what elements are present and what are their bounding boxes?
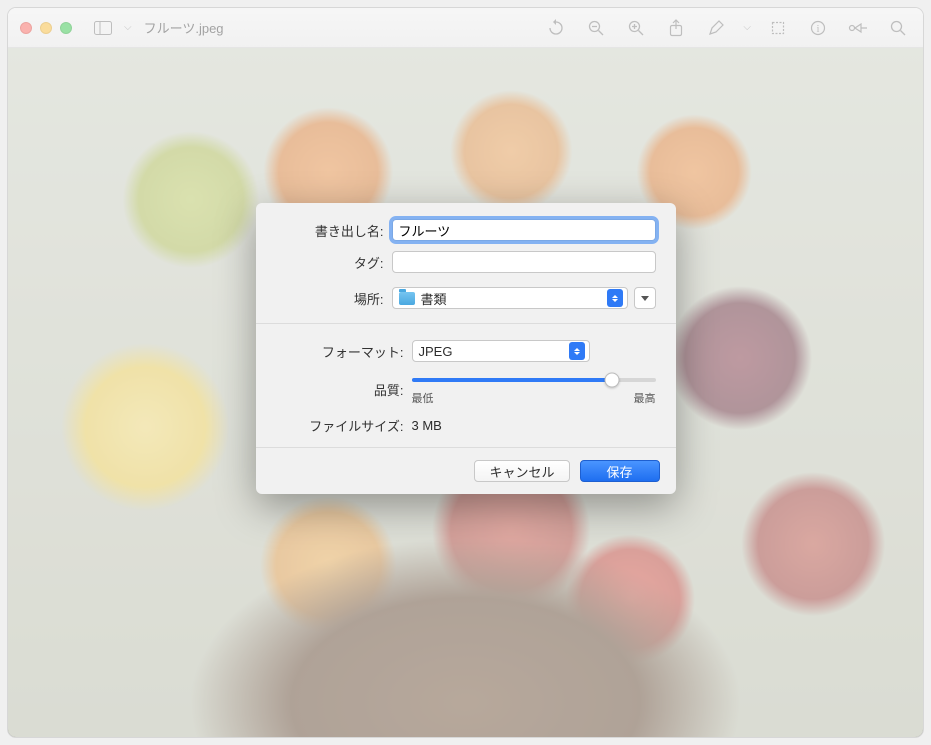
tags-input[interactable] — [392, 251, 656, 273]
export-name-input[interactable] — [392, 219, 656, 241]
location-value: 書類 — [421, 289, 447, 308]
cancel-button[interactable]: キャンセル — [474, 460, 569, 482]
location-label: 場所: — [276, 289, 384, 308]
expand-location-button[interactable] — [634, 287, 656, 309]
filesize-value: 3 MB — [412, 418, 442, 433]
folder-icon — [399, 292, 415, 305]
preview-window: ⌵ フルーツ.jpeg ⌵ i 書き出し名: — [8, 8, 923, 737]
save-button[interactable]: 保存 — [580, 460, 660, 482]
updown-arrows-icon — [607, 289, 623, 307]
quality-min-label: 最低 — [412, 390, 434, 406]
filesize-label: ファイルサイズ: — [276, 416, 404, 435]
chevron-down-icon — [641, 296, 649, 301]
tags-label: タグ: — [276, 253, 384, 272]
slider-thumb[interactable] — [604, 373, 619, 388]
format-label: フォーマット: — [276, 342, 404, 361]
quality-label: 品質: — [276, 380, 404, 399]
updown-arrows-icon — [569, 342, 585, 360]
format-value: JPEG — [419, 344, 453, 359]
quality-max-label: 最高 — [634, 390, 656, 406]
modal-dim-overlay — [8, 8, 923, 48]
export-sheet: 書き出し名: タグ: 場所: 書類 — [256, 203, 676, 494]
export-name-label: 書き出し名: — [276, 221, 384, 240]
format-select[interactable]: JPEG — [412, 340, 590, 362]
location-select[interactable]: 書類 — [392, 287, 628, 309]
quality-slider[interactable] — [412, 372, 656, 388]
